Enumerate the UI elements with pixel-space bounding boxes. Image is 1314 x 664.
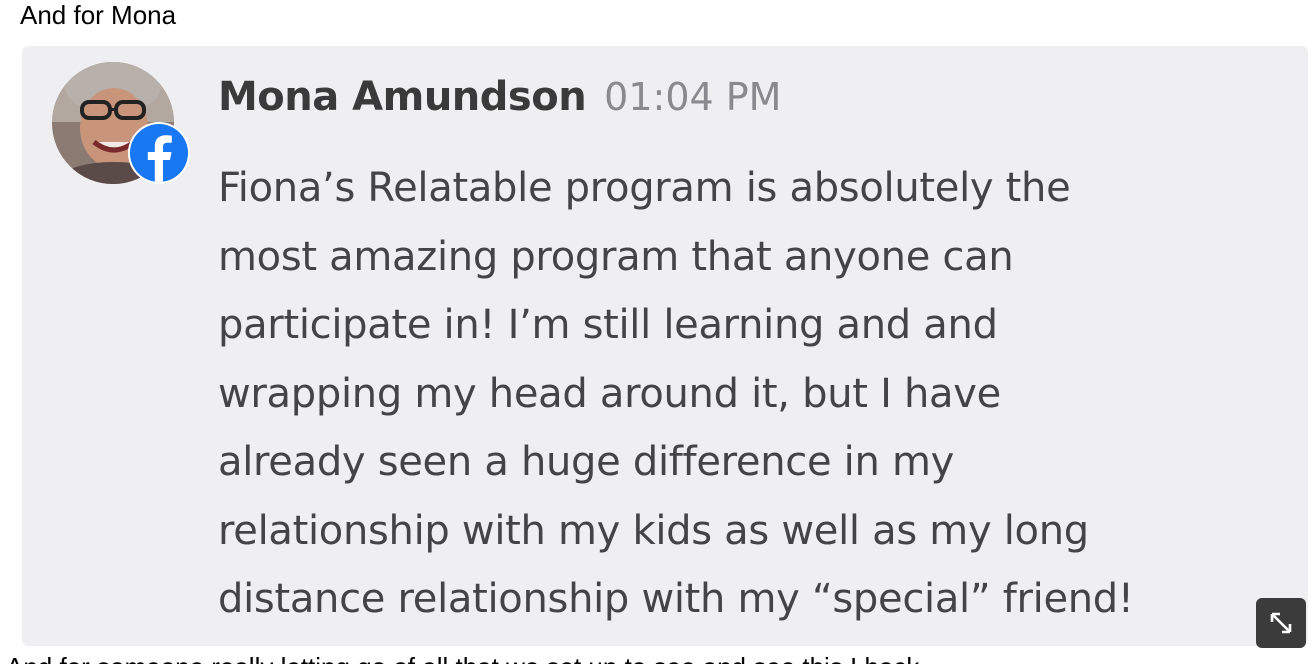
message-line: wrapping my head around it, but I have xyxy=(218,370,1001,417)
message-line: participate in! I’m still learning and a… xyxy=(218,302,998,348)
message-line: Fiona’s Relatable program is absolutely … xyxy=(218,165,1071,211)
facebook-badge xyxy=(128,122,190,184)
message-line: relationship with my kids as well as my … xyxy=(218,507,1089,554)
expand-button[interactable] xyxy=(1256,598,1306,648)
post-message: Fiona’s Relatable program is absolutely … xyxy=(218,154,1258,634)
message-line: distance relationship with my “special” … xyxy=(218,576,1134,622)
message-line: most amazing program that anyone can xyxy=(218,233,1014,280)
page: And for Mona Mona Amundson 01:04 PM Fiona… xyxy=(0,0,1314,664)
post-header: Mona Amundson 01:04 PM xyxy=(218,74,781,120)
expand-icon xyxy=(1270,612,1292,634)
next-paragraph: And for someone really letting go of all… xyxy=(0,652,1314,664)
intro-text: And for Mona xyxy=(20,0,177,30)
message-line: already seen a huge difference in my xyxy=(218,439,954,485)
post-time: 01:04 PM xyxy=(604,75,782,119)
next-paragraph-text: And for someone really letting go of all… xyxy=(6,652,919,664)
facebook-icon xyxy=(147,135,172,182)
author-name: Mona Amundson xyxy=(218,74,587,120)
